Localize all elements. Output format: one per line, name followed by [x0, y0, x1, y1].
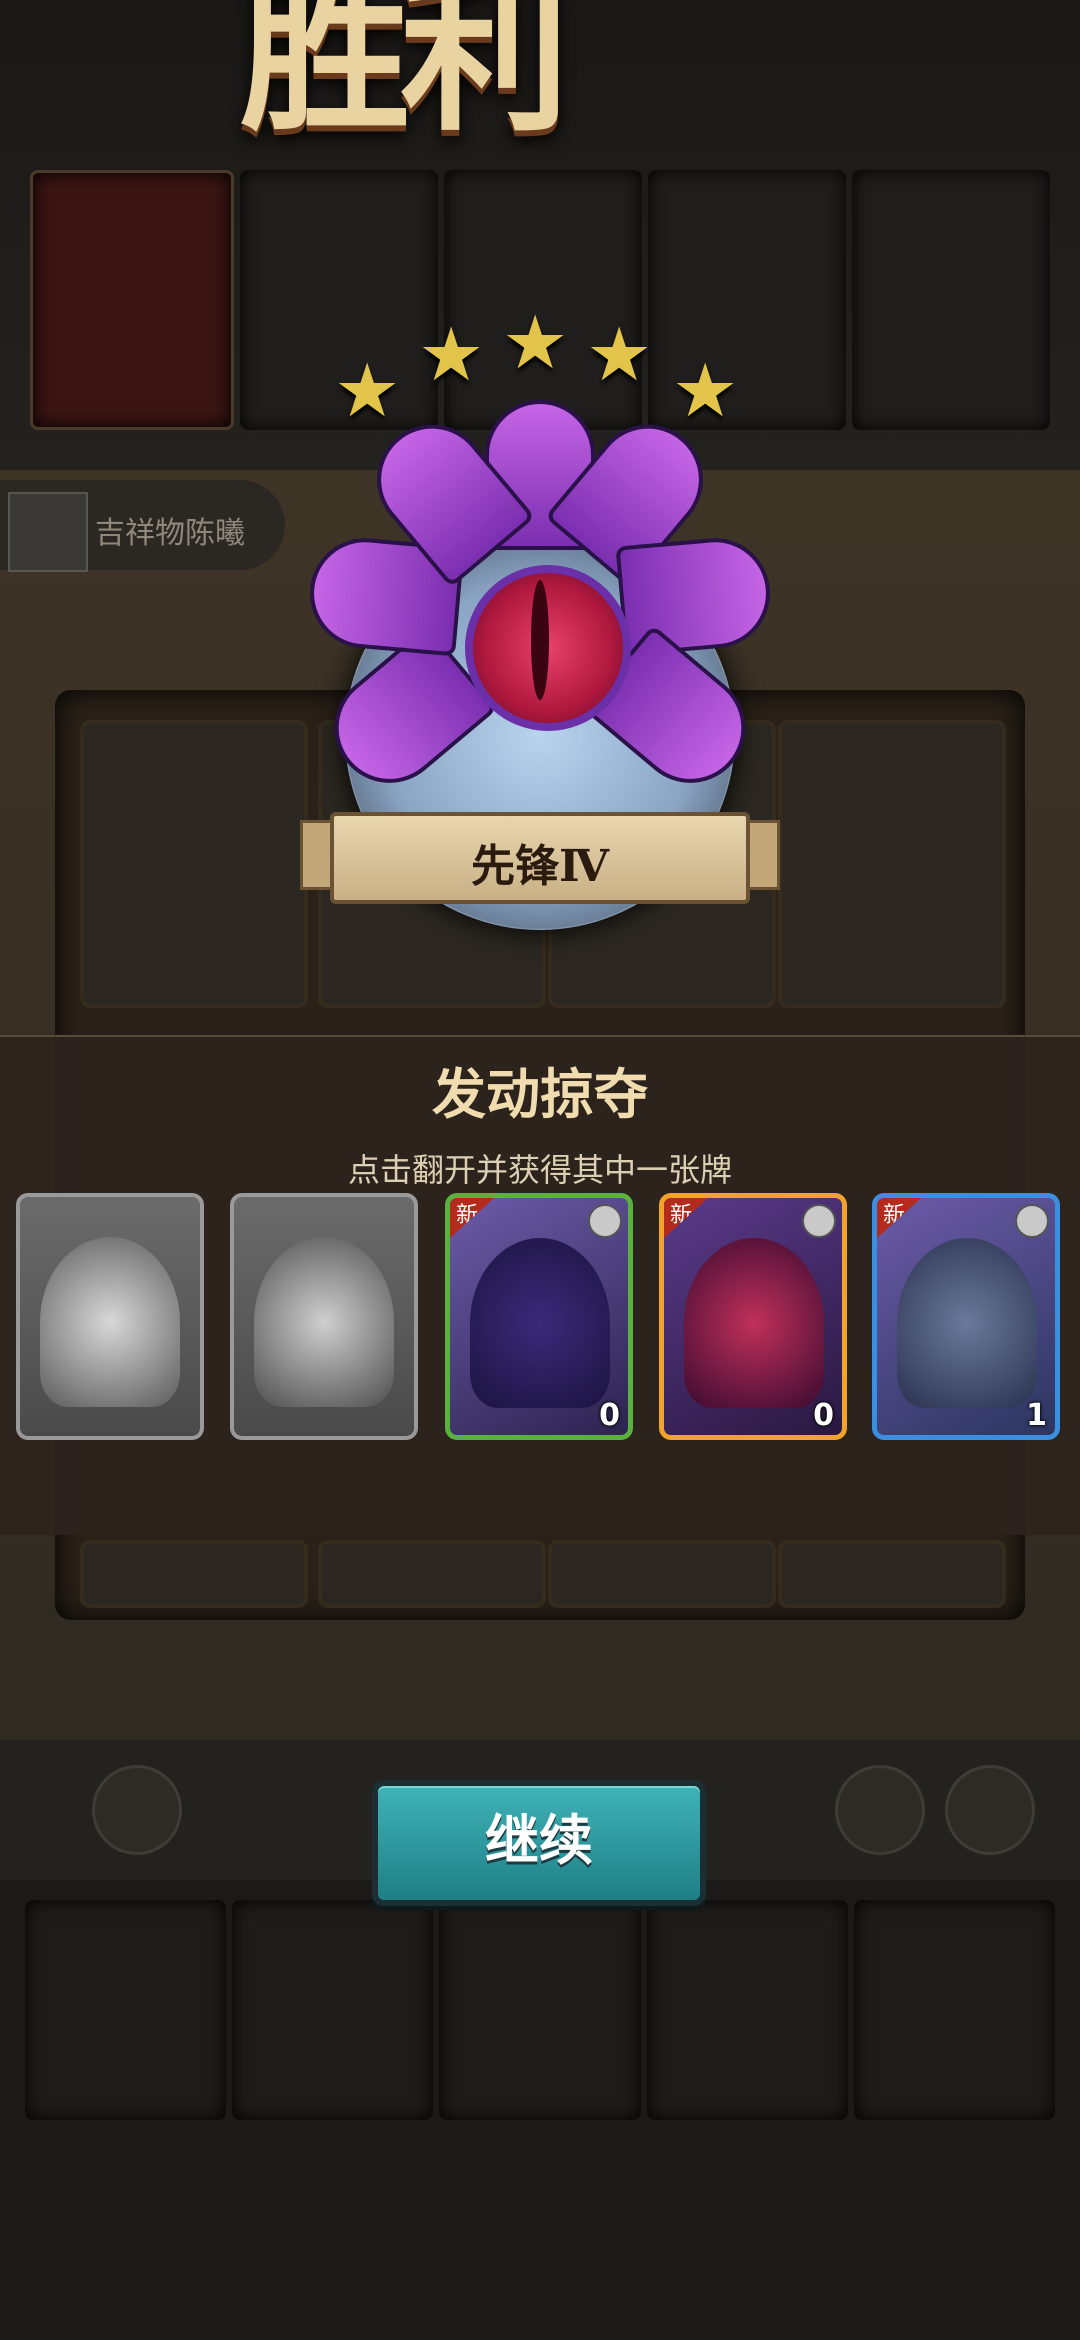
cost-icon — [588, 1204, 622, 1238]
board-card — [80, 1540, 308, 1608]
demon-art — [684, 1238, 824, 1408]
card-slot — [646, 1900, 848, 2120]
board-card — [80, 720, 308, 1008]
board-card — [778, 1540, 1006, 1608]
card-count: 0 — [599, 1398, 620, 1433]
player-name: 吉祥物陈曦 — [95, 516, 245, 551]
card-slot — [853, 1900, 1056, 2120]
card-count: 0 — [813, 1398, 834, 1433]
new-badge: 新 — [877, 1198, 921, 1238]
board-card — [318, 1540, 546, 1608]
new-badge: 新 — [450, 1198, 494, 1238]
raid-card[interactable]: 新 0 — [445, 1193, 633, 1440]
eye-icon[interactable] — [835, 1765, 925, 1855]
star-icon: ★ — [334, 348, 401, 434]
raid-card-revealed — [230, 1193, 418, 1440]
raid-subtitle: 点击翻开并获得其中一张牌 — [347, 1151, 732, 1189]
raid-title: 发动掠夺 — [432, 1062, 648, 1126]
star-icon: ★ — [586, 312, 653, 398]
rogue-art — [897, 1238, 1037, 1408]
cost-icon — [802, 1204, 836, 1238]
deck-slot — [30, 170, 234, 430]
flower-art — [40, 1237, 180, 1407]
star-icon: ★ — [672, 348, 739, 434]
new-badge: 新 — [664, 1198, 708, 1238]
raid-card[interactable]: 新 1 — [872, 1193, 1060, 1440]
raid-card[interactable]: 新 0 — [659, 1193, 847, 1440]
eye-pupil — [531, 580, 549, 700]
card-slot — [25, 1900, 227, 2120]
card-slot — [852, 170, 1050, 430]
player-card-slots — [25, 1900, 1056, 2120]
card-count: 1 — [1026, 1398, 1047, 1433]
warrior-art — [254, 1237, 394, 1407]
board-card — [548, 1540, 776, 1608]
flag-icon[interactable] — [945, 1765, 1035, 1855]
board-card — [778, 720, 1006, 1008]
star-icon: ★ — [502, 300, 569, 386]
swirl-icon[interactable] — [92, 1765, 182, 1855]
reaper-art — [470, 1238, 610, 1408]
player-avatar — [8, 492, 88, 572]
continue-button[interactable]: 继续 — [372, 1780, 706, 1906]
cost-icon — [1015, 1204, 1049, 1238]
star-icon: ★ — [418, 312, 485, 398]
victory-title: 胜利 — [240, 0, 570, 155]
card-slot — [232, 1900, 434, 2120]
card-slot — [439, 1900, 641, 2120]
raid-card-revealed — [16, 1193, 204, 1440]
rank-label: 先锋Ⅳ — [471, 841, 609, 892]
